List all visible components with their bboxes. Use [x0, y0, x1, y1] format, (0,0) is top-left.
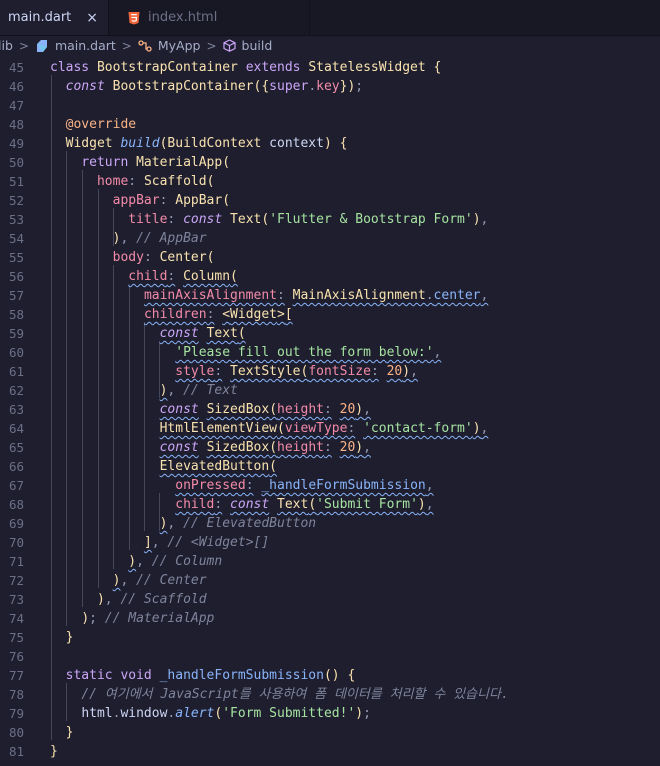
code-line[interactable]: Widget build(BuildContext context) {	[50, 134, 348, 153]
line-number: 80	[8, 725, 24, 740]
line-number: 57	[8, 288, 24, 303]
line-number: 52	[8, 193, 24, 208]
line-number: 76	[8, 649, 24, 664]
editor-tab-bar: main.dart × index.html	[0, 0, 660, 36]
line-number: 68	[8, 497, 24, 512]
code-line[interactable]: ), // Center	[50, 571, 207, 590]
code-line[interactable]: 'Please fill out the form below:',	[50, 343, 441, 362]
code-line[interactable]: onPressed: _handleFormSubmission,	[50, 476, 433, 495]
code-line[interactable]: ), // AppBar	[50, 229, 207, 248]
line-number: 55	[8, 250, 24, 265]
line-number: 58	[8, 307, 24, 322]
line-number: 77	[8, 668, 24, 683]
line-number: 49	[8, 136, 24, 151]
line-number: 69	[8, 516, 24, 531]
code-line[interactable]: const Text(	[50, 324, 246, 343]
code-line[interactable]: // 여기에서 JavaScript를 사용하여 폼 데이터를 처리할 수 있습…	[50, 685, 508, 704]
line-number: 46	[8, 79, 24, 94]
tab-index-html[interactable]: index.html	[109, 0, 310, 35]
line-number: 62	[8, 383, 24, 398]
breadcrumb-method[interactable]: build	[242, 38, 273, 53]
code-line[interactable]: child: Column(	[50, 267, 238, 286]
line-number: 65	[8, 440, 24, 455]
code-line[interactable]: child: const Text('Submit Form'),	[50, 495, 433, 514]
tab-label: index.html	[148, 10, 218, 25]
line-number: 79	[8, 706, 24, 721]
code-line[interactable]: title: const Text('Flutter & Bootstrap F…	[50, 210, 488, 229]
code-line[interactable]: ElevatedButton(	[50, 457, 277, 476]
line-number: 50	[8, 155, 24, 170]
code-line[interactable]: ), // Scaffold	[50, 590, 207, 609]
code-line[interactable]: const SizedBox(height: 20),	[50, 438, 371, 457]
code-line[interactable]: }	[50, 723, 74, 742]
line-number: 51	[8, 174, 24, 189]
code-line[interactable]: static void _handleFormSubmission() {	[50, 666, 356, 685]
code-line[interactable]: ), // ElevatedButton	[50, 514, 317, 533]
code-line[interactable]: html.window.alert('Form Submitted!');	[50, 704, 371, 723]
code-line[interactable]: class BootstrapContainer extends Statele…	[50, 58, 441, 77]
html5-icon	[128, 11, 140, 24]
chevron-right-icon: >	[121, 38, 132, 53]
code-line[interactable]: ), // Column	[50, 552, 222, 571]
code-line[interactable]: const BootstrapContainer({super.key});	[50, 77, 363, 96]
line-number: 78	[8, 687, 24, 702]
code-line[interactable]: appBar: AppBar(	[50, 191, 230, 210]
tab-main-dart[interactable]: main.dart ×	[0, 0, 109, 35]
line-number: 61	[8, 364, 24, 379]
code-line[interactable]: ), // Text	[50, 381, 238, 400]
code-line[interactable]: body: Center(	[50, 248, 215, 267]
dart-icon	[36, 39, 47, 52]
line-number: 47	[8, 98, 24, 113]
line-number: 72	[8, 573, 24, 588]
chevron-right-icon: >	[18, 38, 29, 53]
breadcrumb: lib > main.dart > MyApp > build	[0, 35, 660, 56]
line-number: 60	[8, 345, 24, 360]
dart-icon	[0, 11, 1, 25]
line-number: 74	[8, 611, 24, 626]
line-number: 53	[8, 212, 24, 227]
code-line[interactable]: mainAxisAlignment: MainAxisAlignment.cen…	[50, 286, 488, 305]
code-editor[interactable]: 45 46 47 48 49 50 51 52 53 54 55 56 57 58 59 60 61 62 63 64…	[0, 56, 660, 766]
code-line[interactable]: ); // MaterialApp	[50, 609, 214, 628]
line-number: 81	[8, 744, 24, 759]
line-number: 70	[8, 535, 24, 550]
tab-label: main.dart	[7, 10, 72, 25]
code-line[interactable]: HtmlElementView(viewType: 'contact-form'…	[50, 419, 489, 438]
class-symbol-icon	[138, 39, 152, 52]
breadcrumb-class[interactable]: MyApp	[158, 38, 201, 53]
breadcrumb-file[interactable]: main.dart	[55, 38, 116, 53]
method-cube-icon	[222, 39, 236, 52]
line-number-gutter: 45 46 47 48 49 50 51 52 53 54 55 56 57 58 59 60 61 62 63 64…	[0, 56, 42, 766]
line-number: 54	[8, 231, 24, 246]
code-line[interactable]: }	[50, 742, 58, 761]
code-line[interactable]: style: TextStyle(fontSize: 20),	[50, 362, 418, 381]
code-line[interactable]: home: Scaffold(	[50, 172, 214, 191]
line-number: 63	[8, 402, 24, 417]
close-icon[interactable]: ×	[86, 10, 98, 26]
code-line[interactable]: @override	[50, 115, 136, 134]
line-number: 67	[8, 478, 24, 493]
code-line[interactable]: return MaterialApp(	[50, 153, 230, 172]
code-line[interactable]: }	[50, 628, 74, 647]
line-number: 48	[8, 117, 24, 132]
code-line[interactable]: ], // <Widget>[]	[50, 533, 269, 552]
line-number: 71	[8, 554, 24, 569]
line-number: 64	[8, 421, 24, 436]
line-number: 73	[8, 592, 24, 607]
breadcrumb-folder[interactable]: lib	[0, 38, 13, 53]
chevron-right-icon: >	[206, 38, 217, 53]
line-number: 45	[8, 60, 24, 75]
line-number: 56	[8, 269, 24, 284]
code-area[interactable]: class BootstrapContainer extends Statele…	[50, 56, 660, 766]
code-line[interactable]: children: <Widget>[	[50, 305, 293, 324]
line-number: 59	[8, 326, 24, 341]
code-line[interactable]: const SizedBox(height: 20),	[50, 400, 371, 419]
line-number: 66	[8, 459, 24, 474]
line-number: 75	[8, 630, 24, 645]
